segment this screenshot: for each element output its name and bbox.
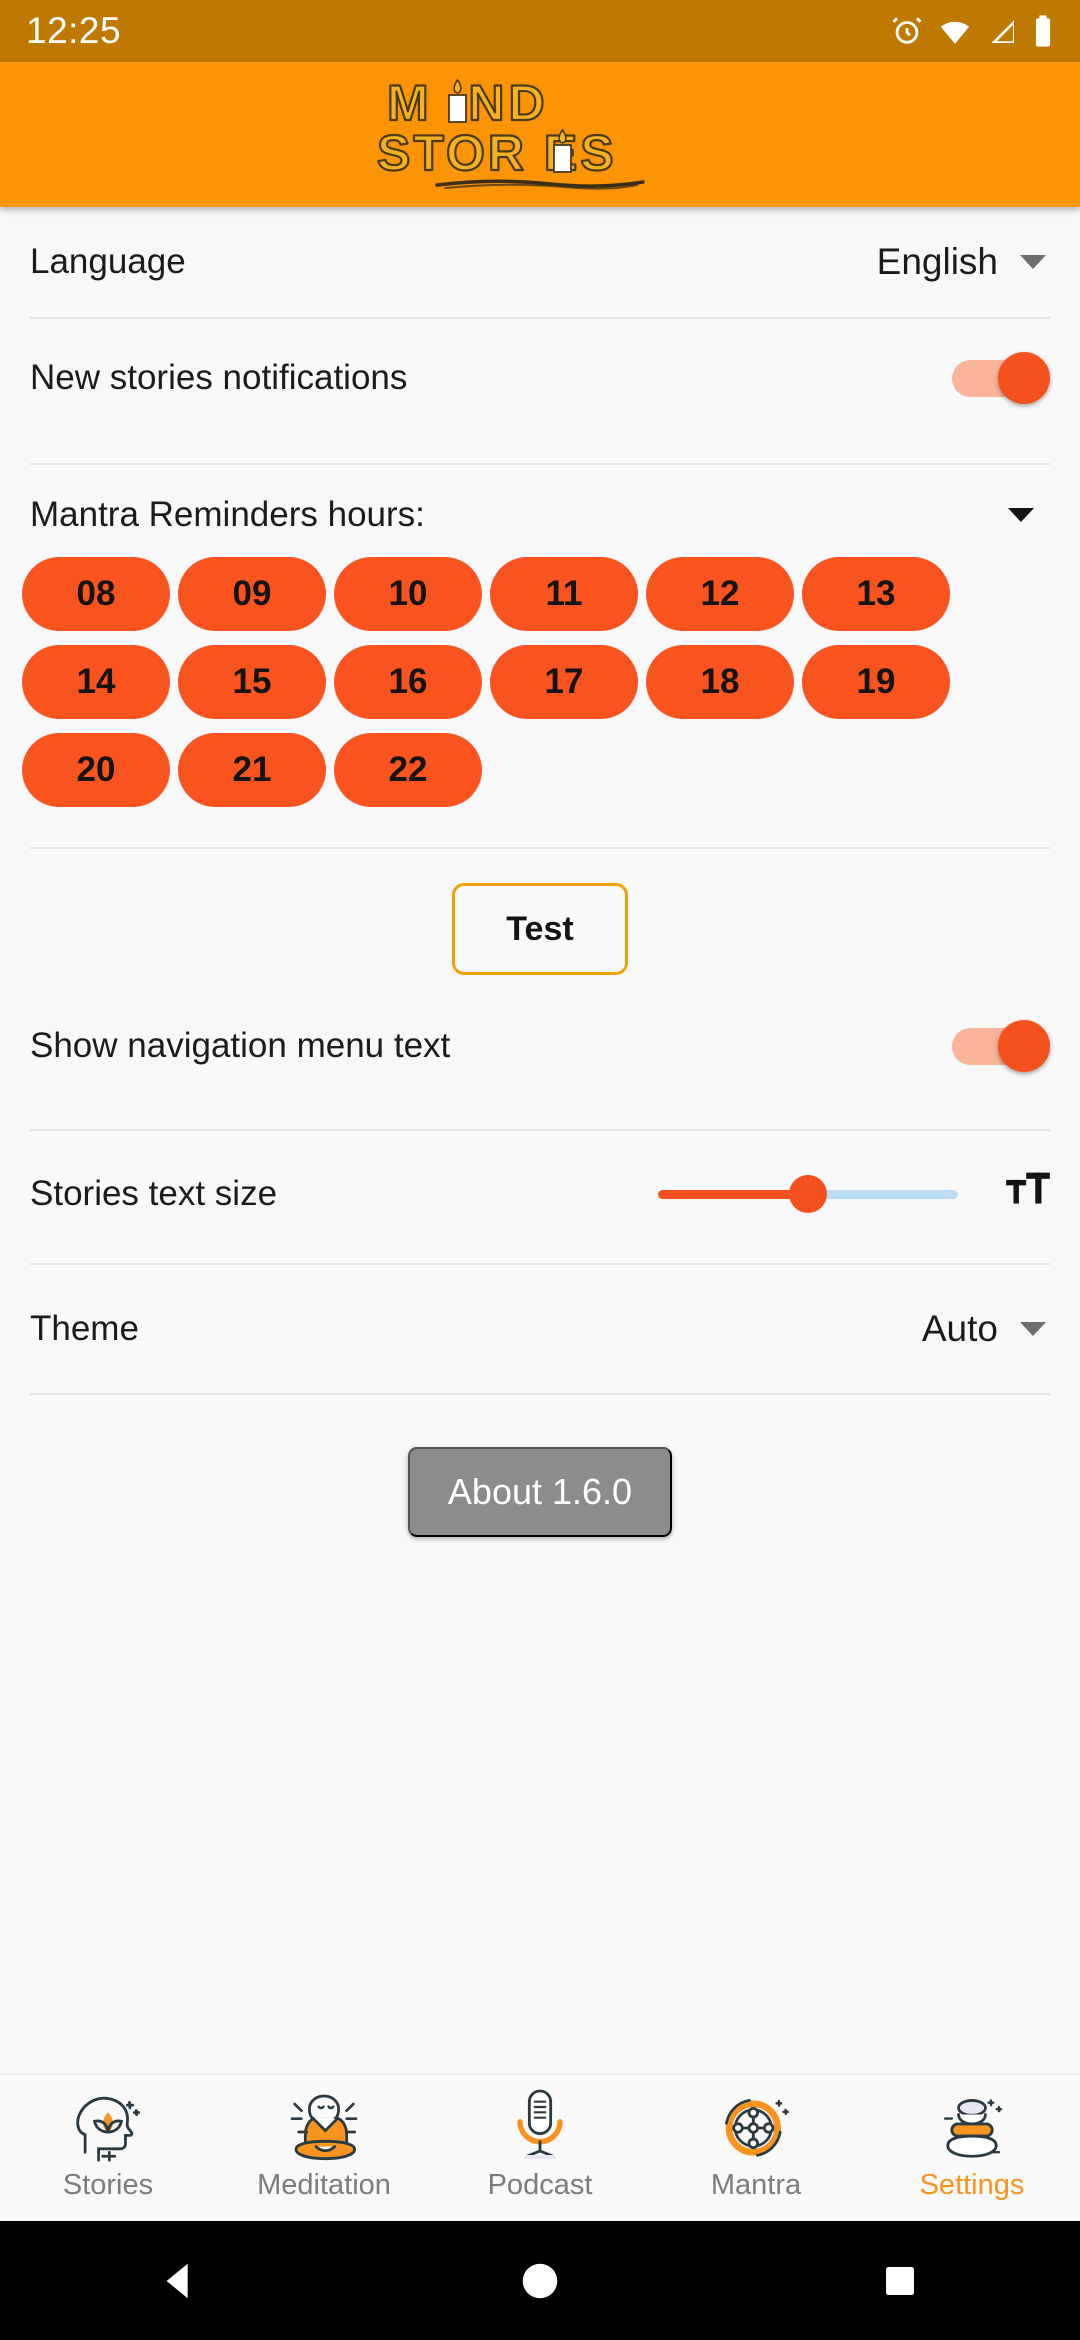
hour-chip[interactable]: 09	[178, 557, 326, 631]
setting-row-language[interactable]: Language English	[0, 207, 1080, 317]
nav-menu-text-toggle[interactable]	[952, 1018, 1050, 1074]
hour-chip[interactable]: 11	[490, 557, 638, 631]
toggle-thumb	[998, 1020, 1050, 1072]
head-lotus-icon	[67, 2085, 149, 2167]
test-button-wrap: Test	[0, 849, 1080, 991]
nav-label-mantra: Mantra	[710, 2169, 802, 2201]
zen-stones-icon	[930, 2085, 1014, 2167]
hour-chip[interactable]: 21	[178, 733, 326, 807]
nav-label-podcast: Podcast	[487, 2169, 593, 2201]
nav-item-settings[interactable]: Settings	[864, 2085, 1080, 2202]
hours-row: 14 15 16 17 18 19	[22, 645, 1058, 733]
nav-label-stories: Stories	[62, 2169, 154, 2201]
status-bar: 12:25	[0, 0, 1080, 62]
hours-row: 20 21 22	[22, 733, 1058, 821]
nav-item-podcast[interactable]: Podcast	[432, 2085, 648, 2202]
text-size-label: Stories text size	[30, 1174, 278, 1213]
toggle-thumb	[998, 352, 1050, 404]
hour-chip[interactable]: 18	[646, 645, 794, 719]
theme-value: Auto	[921, 1308, 998, 1349]
mantra-hours-grid[interactable]: 08 09 10 11 12 13 14 15 16 17 18 19 20 2…	[0, 553, 1080, 831]
app-logo: M ND STOR ES	[375, 72, 705, 197]
theme-spinner[interactable]: Auto	[922, 1308, 1050, 1350]
nav-item-stories[interactable]: Stories	[0, 2085, 216, 2202]
setting-row-nav-menu-text[interactable]: Show navigation menu text	[0, 991, 1080, 1101]
settings-list[interactable]: Language English New stories notificatio…	[0, 207, 1080, 2133]
text-size-slider[interactable]	[658, 1168, 958, 1220]
hour-chip[interactable]: 08	[22, 557, 170, 631]
slider-fill	[658, 1190, 808, 1199]
nav-label-settings: Settings	[919, 2169, 1025, 2201]
status-icon-group	[890, 14, 1054, 48]
hour-chip[interactable]: 19	[802, 645, 950, 719]
about-button[interactable]: About 1.6.0	[407, 1447, 673, 1537]
microphone-icon	[505, 2085, 575, 2167]
logo-text-stories: STOR ES	[377, 125, 617, 181]
wifi-icon	[938, 14, 972, 48]
setting-row-text-size[interactable]: Stories text size	[0, 1131, 1080, 1257]
chevron-down-icon	[1020, 1322, 1046, 1336]
back-button[interactable]	[120, 2258, 240, 2304]
hour-chip[interactable]: 14	[22, 645, 170, 719]
mantra-wheel-icon	[714, 2085, 798, 2167]
hour-chip[interactable]: 16	[334, 645, 482, 719]
mantra-header[interactable]: Mantra Reminders hours:	[0, 465, 1080, 553]
about-button-wrap: About 1.6.0	[0, 1395, 1080, 1537]
setting-row-notifications[interactable]: New stories notifications	[0, 319, 1080, 437]
test-button[interactable]: Test	[452, 883, 628, 975]
theme-label: Theme	[30, 1309, 139, 1348]
slider-thumb[interactable]	[789, 1175, 827, 1213]
hour-chip[interactable]: 17	[490, 645, 638, 719]
language-value: English	[876, 241, 998, 282]
setting-row-theme[interactable]: Theme Auto	[0, 1265, 1080, 1393]
hour-chip[interactable]: 10	[334, 557, 482, 631]
mantra-label: Mantra Reminders hours:	[30, 495, 425, 534]
hour-chip[interactable]: 13	[802, 557, 950, 631]
home-button[interactable]	[480, 2258, 600, 2304]
hour-chip[interactable]: 20	[22, 733, 170, 807]
chevron-down-icon	[1020, 255, 1046, 269]
nav-item-meditation[interactable]: Meditation	[216, 2085, 432, 2202]
nav-label-meditation: Meditation	[257, 2169, 391, 2201]
notifications-toggle[interactable]	[952, 350, 1050, 406]
alarm-icon	[890, 14, 924, 48]
nav-item-mantra[interactable]: Mantra	[648, 2085, 864, 2202]
meditating-monk-icon	[280, 2085, 368, 2167]
hour-chip[interactable]: 12	[646, 557, 794, 631]
hour-chip[interactable]: 15	[178, 645, 326, 719]
hour-chip[interactable]: 22	[334, 733, 482, 807]
hours-row: 08 09 10 11 12 13	[22, 557, 1058, 645]
app-bar: M ND STOR ES	[0, 62, 1080, 207]
notifications-label: New stories notifications	[30, 358, 408, 397]
language-spinner[interactable]: English	[877, 241, 1050, 283]
text-size-icon	[1006, 1169, 1050, 1219]
recents-button[interactable]	[840, 2260, 960, 2302]
logo-text-mind: M ND	[387, 75, 549, 131]
signal-icon	[986, 15, 1018, 47]
language-label: Language	[30, 242, 186, 281]
android-navigation-bar[interactable]	[0, 2221, 1080, 2340]
bottom-navigation[interactable]: Stories Meditation Podcast Mantra Settin…	[0, 2073, 1080, 2221]
chevron-down-icon[interactable]	[1008, 508, 1034, 522]
nav-menu-text-label: Show navigation menu text	[30, 1026, 451, 1065]
phone-screen: 12:25 M ND STOR ES Language English New …	[0, 0, 1080, 2340]
status-clock: 12:25	[26, 10, 122, 51]
battery-icon	[1032, 14, 1054, 48]
